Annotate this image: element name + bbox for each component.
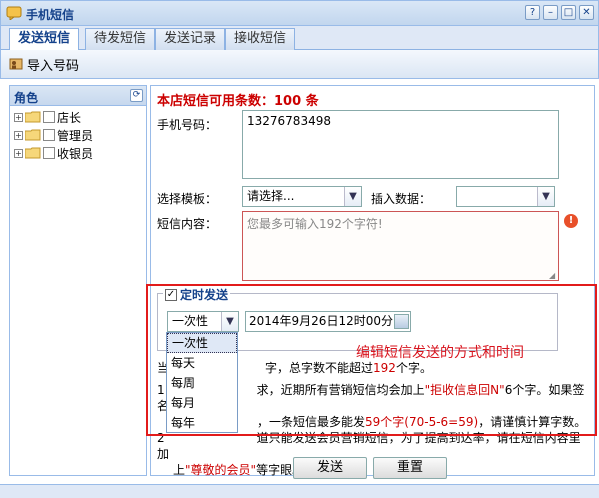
quota-label: 本店短信可用条数： xyxy=(157,94,275,109)
roles-panel-title: 角色 xyxy=(14,91,39,105)
sms-app-icon xyxy=(6,6,22,20)
reset-button[interactable]: 重置 xyxy=(373,457,447,479)
template-select-value: 请选择... xyxy=(247,189,295,203)
window-title: 手机短信 xyxy=(26,8,75,22)
import-icon xyxy=(9,58,23,70)
note-highlight: "尊敬的会员" xyxy=(185,463,257,477)
quota-value: 100 条 xyxy=(274,94,319,109)
chevron-down-icon[interactable]: ▼ xyxy=(221,312,238,331)
note-text: 个字。 xyxy=(395,361,432,375)
chevron-down-icon[interactable]: ▼ xyxy=(537,187,554,206)
send-mode-select[interactable]: 一次性 ▼ xyxy=(167,311,239,332)
help-button[interactable]: ? xyxy=(525,5,540,20)
insert-data-label: 插入数据： xyxy=(371,192,432,206)
window-titlebar: 手机短信 ? – □ ✕ xyxy=(0,0,599,26)
tree-node-manager[interactable]: + 店长 xyxy=(14,108,81,126)
phone-label: 手机号码： xyxy=(157,118,218,132)
sms-content-textarea[interactable]: 您最多可输入192个字符! xyxy=(242,211,559,281)
expand-plus-icon[interactable]: + xyxy=(14,130,23,140)
role-checkbox[interactable] xyxy=(43,147,55,159)
note-text: ，一条短信最多能发 xyxy=(257,415,366,429)
content-label: 短信内容： xyxy=(157,217,218,231)
note-text: 1 xyxy=(157,383,165,397)
tree-node-label: 管理员 xyxy=(57,128,94,143)
note-line: 上"尊敬的会员"等字眼。 xyxy=(157,462,587,478)
send-mode-dropdown: 一次性 每天 每周 每月 每年 xyxy=(166,332,238,433)
error-icon: ! xyxy=(564,214,578,228)
note-highlight: 59个字(70-5-6=59) xyxy=(365,415,479,429)
send-mode-option[interactable]: 每天 xyxy=(167,353,237,373)
timed-send-legend[interactable]: ✓ 定时发送 xyxy=(163,286,231,303)
window-bottom-border xyxy=(0,484,599,498)
import-numbers-button[interactable]: 导入号码 xyxy=(9,55,80,74)
folder-icon xyxy=(25,111,41,123)
send-datetime-input[interactable]: 2014年9月26日12时00分 xyxy=(245,311,411,332)
refresh-icon[interactable]: ⟳ xyxy=(130,89,143,102)
note-text: 道只能发送会员营销短信，为了提高到达率，请在短信内容里加 xyxy=(157,431,581,461)
maximize-button[interactable]: □ xyxy=(561,5,576,20)
send-mode-option[interactable]: 每月 xyxy=(167,393,237,413)
note-text: 2 xyxy=(157,431,165,445)
insert-data-select[interactable]: ▼ xyxy=(456,186,555,207)
tab-pending-sms[interactable]: 待发短信 xyxy=(85,28,156,50)
tab-strip: 发送短信 待发短信 发送记录 接收短信 xyxy=(0,26,599,51)
resize-handle-icon[interactable]: ◢ xyxy=(549,272,558,280)
send-mode-option[interactable]: 一次性 xyxy=(167,333,237,353)
expand-plus-icon[interactable]: + xyxy=(14,148,23,158)
send-mode-value: 一次性 xyxy=(172,314,209,328)
send-mode-option[interactable]: 每周 xyxy=(167,373,237,393)
tree-node-label: 店长 xyxy=(57,110,82,125)
expand-plus-icon[interactable]: + xyxy=(14,112,23,122)
phone-number-textarea[interactable]: 13276783498 xyxy=(242,110,559,179)
note-text: 字，总字数不能超过 xyxy=(265,361,374,375)
chevron-down-icon[interactable]: ▼ xyxy=(344,187,361,206)
quota-text: 本店短信可用条数：100 条 xyxy=(157,90,319,109)
import-numbers-label: 导入号码 xyxy=(27,58,80,74)
note-text: ，请谨慎计算字数。 xyxy=(478,415,587,429)
template-label: 选择模板： xyxy=(157,192,218,206)
roles-panel: 角色 ⟳ + 店长 + 管理员 + 收银员 xyxy=(9,85,147,476)
send-mode-option[interactable]: 每年 xyxy=(167,413,237,433)
tab-received-sms[interactable]: 接收短信 xyxy=(225,28,296,50)
tree-node-cashier[interactable]: + 收银员 xyxy=(14,144,93,162)
folder-icon xyxy=(25,147,41,159)
folder-icon xyxy=(25,129,41,141)
role-checkbox[interactable] xyxy=(43,111,55,123)
toolbar: 导入号码 xyxy=(0,50,599,79)
template-select[interactable]: 请选择... ▼ xyxy=(242,186,362,207)
note-text: 上 xyxy=(173,463,186,477)
close-button[interactable]: ✕ xyxy=(579,5,594,20)
calendar-icon[interactable] xyxy=(394,314,409,329)
send-datetime-value: 2014年9月26日12时00分 xyxy=(249,314,393,328)
tree-node-label: 收银员 xyxy=(57,146,94,161)
tab-send-sms[interactable]: 发送短信 xyxy=(9,28,80,51)
roles-panel-header: 角色 ⟳ xyxy=(10,86,146,106)
note-highlight: 192 xyxy=(373,361,396,375)
note-line: 2 道只能发送会员营销短信，为了提高到达率，请在短信内容里加 xyxy=(157,430,587,462)
timed-send-label: 定时发送 xyxy=(180,288,229,302)
timed-send-checkbox[interactable]: ✓ xyxy=(165,288,177,301)
minimize-button[interactable]: – xyxy=(543,5,558,20)
note-highlight: "拒收信息回N" xyxy=(424,383,505,397)
tab-send-records[interactable]: 发送记录 xyxy=(155,28,226,50)
send-button[interactable]: 发送 xyxy=(293,457,367,479)
note-text: 求，近期所有营销短信均会加上 xyxy=(256,383,425,397)
role-checkbox[interactable] xyxy=(43,129,55,141)
tree-node-admin[interactable]: + 管理员 xyxy=(14,126,93,144)
annotation-caption: 编辑短信发送的方式和时间 xyxy=(356,345,524,361)
